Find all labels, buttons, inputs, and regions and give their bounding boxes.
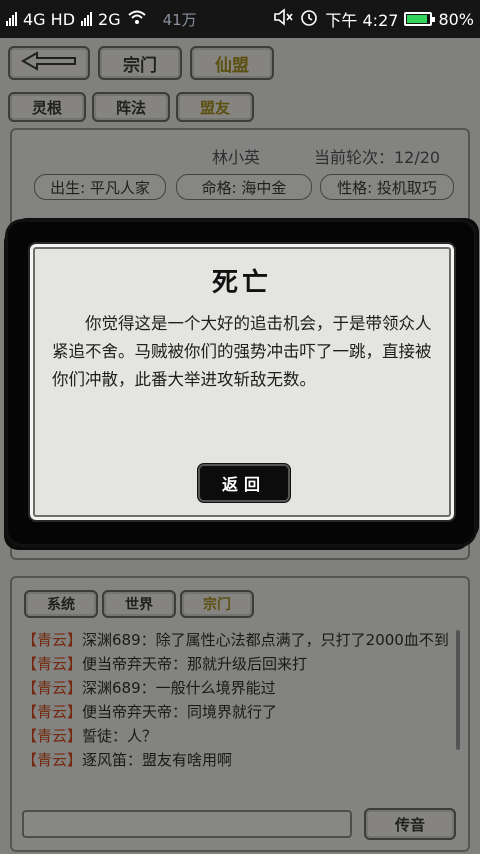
back-arrow-icon — [19, 50, 79, 76]
tab-sect[interactable]: 宗门 — [98, 46, 182, 80]
network-type: 4G HD — [23, 9, 76, 29]
clock-time: 下午 4:27 — [325, 11, 399, 30]
send-message-button[interactable]: 传音 — [364, 808, 456, 840]
chat-log[interactable]: 【青云】深渊689：除了属性心法都点满了，只打了2000血不到 【青云】便当帝弃… — [22, 628, 450, 804]
chat-message: 【青云】深渊689：一般什么境界能过 — [22, 679, 276, 697]
chat-message: 【青云】深渊689：除了属性心法都点满了，只打了2000血不到 — [22, 631, 449, 649]
mute-icon — [273, 8, 294, 30]
chat-tab-world[interactable]: 世界 — [102, 590, 176, 618]
chat-scrollbar[interactable] — [456, 630, 460, 750]
tag-personality: 性格: 投机取巧 — [320, 174, 454, 200]
status-bar: 4G HD 2G 41万 下午 4:27 80% — [0, 0, 480, 38]
round-counter: 当前轮次：12/20 — [314, 148, 441, 167]
subtab-allies[interactable]: 盟友 — [176, 92, 254, 122]
battery-icon — [404, 12, 436, 26]
battery-percent: 80% — [438, 9, 474, 29]
signal-strength-icon — [6, 12, 17, 26]
tag-fate: 命格: 海中金 — [176, 174, 312, 200]
wifi-icon — [127, 9, 147, 29]
chat-message: 【青云】逐风笛：盟友有啥用啊 — [22, 751, 233, 769]
subtab-spirit-root[interactable]: 灵根 — [8, 92, 86, 122]
chat-tab-system[interactable]: 系统 — [24, 590, 98, 618]
signal-strength-2-icon — [81, 12, 93, 26]
alarm-icon — [299, 7, 319, 31]
return-button[interactable]: 返回 — [200, 466, 288, 500]
event-dialog: 死亡 你觉得这是一个大好的追击机会，于是带领众人紧追不舍。马贼被你们的强势冲击吓… — [28, 242, 456, 522]
chat-message: 【青云】便当帝弃天帝：那就升级后回来打 — [22, 655, 308, 673]
chat-input[interactable] — [22, 810, 352, 838]
network-type-2: 2G — [98, 9, 121, 29]
chat-message: 【青云】便当帝弃天帝：同境界就行了 — [22, 703, 278, 721]
tab-alliance[interactable]: 仙盟 — [190, 46, 274, 80]
chat-panel: 系统 世界 宗门 【青云】深渊689：除了属性心法都点满了，只打了2000血不到… — [10, 576, 470, 852]
chat-tab-sect[interactable]: 宗门 — [180, 590, 254, 618]
back-button[interactable] — [8, 46, 90, 80]
player-name: 林小英 — [212, 148, 261, 167]
dialog-message: 你觉得这是一个大好的追击机会，于是带领众人紧追不舍。马贼被你们的强势冲击吓了一跳… — [52, 314, 432, 389]
tag-birth: 出生: 平凡人家 — [34, 174, 166, 200]
gold-amount: 41万 — [162, 10, 197, 29]
chat-message: 【青云】誓徒：人？ — [22, 727, 158, 745]
dialog-title: 死亡 — [211, 268, 272, 298]
subtab-formation[interactable]: 阵法 — [92, 92, 170, 122]
